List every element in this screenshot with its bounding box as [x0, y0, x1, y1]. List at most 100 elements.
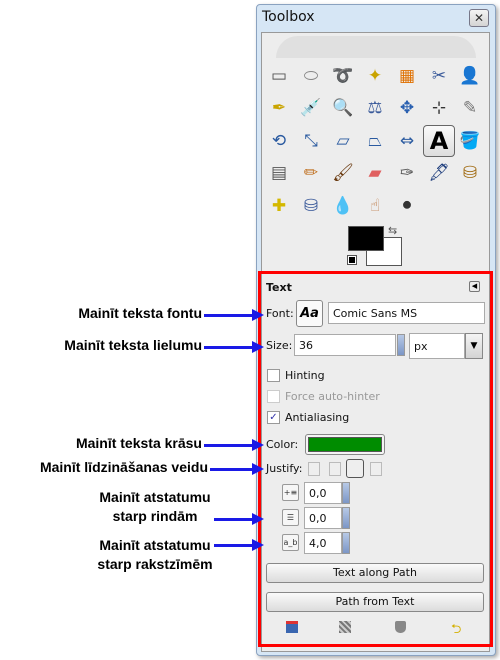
tool-scale[interactable]: ⤡: [298, 128, 324, 154]
force-autohinter-label: Force auto-hinter: [285, 390, 380, 403]
restore-icon[interactable]: [339, 621, 351, 633]
airbrush-icon: ✑: [399, 163, 415, 183]
dodge-burn-icon: ⚫: [399, 196, 415, 216]
arrow-icon: [210, 463, 264, 475]
tool-blur[interactable]: 💧: [330, 193, 356, 219]
save-icon[interactable]: [286, 621, 298, 633]
tool-select-by-color[interactable]: ▦: [394, 63, 420, 89]
close-button[interactable]: ✕: [469, 9, 489, 27]
blur-icon: 💧: [332, 196, 354, 216]
tool-fuzzy-select[interactable]: ✦: [362, 63, 388, 89]
tool-shear[interactable]: ▱: [330, 128, 356, 154]
annotation-label: starp rindām: [112, 508, 198, 524]
tool-ink[interactable]: 🖋: [426, 160, 452, 186]
wilber-drop-area: [276, 36, 476, 58]
tool-flip[interactable]: ⇔: [394, 128, 420, 154]
bucket-fill-icon: 🪣: [459, 131, 481, 151]
perspective-clone-icon: ⛁: [303, 196, 319, 216]
hinting-checkbox[interactable]: [267, 369, 280, 382]
align-icon: ⊹: [431, 98, 447, 118]
measure-icon: ⚖: [367, 98, 383, 118]
unit-dropdown-button[interactable]: ▼: [465, 333, 483, 359]
window-title: Toolbox: [262, 9, 315, 25]
indent-spinner[interactable]: [342, 482, 350, 504]
perspective-icon: ⏢: [368, 131, 382, 151]
size-label: Size:: [266, 339, 293, 352]
tool-perspective[interactable]: ⏢: [362, 128, 388, 154]
letter-spacing-spinner[interactable]: [342, 532, 350, 554]
tool-clone[interactable]: ⛁: [457, 160, 483, 186]
highlight-box: [258, 271, 493, 647]
tool-move[interactable]: ✥: [394, 95, 420, 121]
tool-align[interactable]: ⊹: [426, 95, 452, 121]
tool-scissors[interactable]: ✂: [426, 63, 452, 89]
tool-crop[interactable]: ✎: [457, 95, 483, 121]
eraser-icon: ▰: [368, 163, 382, 183]
tool-pencil[interactable]: ✏: [298, 160, 324, 186]
path-from-text-button[interactable]: Path from Text: [266, 592, 484, 612]
tool-ellipse-select[interactable]: ⬭: [298, 63, 324, 89]
tool-perspective-clone[interactable]: ⛁: [298, 193, 324, 219]
justify-center-button[interactable]: [346, 459, 364, 478]
tool-dodge-burn[interactable]: ⚫: [394, 193, 420, 219]
tool-text[interactable]: A: [423, 125, 455, 157]
tool-bucket-fill[interactable]: 🪣: [457, 128, 483, 154]
scissors-icon: ✂: [431, 66, 447, 86]
tool-free-select[interactable]: ➰: [330, 63, 356, 89]
scale-icon: ⤡: [304, 131, 318, 151]
size-spinner[interactable]: [397, 334, 405, 356]
line-spacing-icon: ☰: [282, 509, 299, 526]
justify-fill-button[interactable]: [370, 462, 382, 476]
size-input[interactable]: 36: [294, 334, 396, 356]
letter-spacing-icon: a_b: [282, 534, 299, 551]
font-label: Font:: [266, 307, 294, 320]
indent-input[interactable]: 0,0: [304, 482, 342, 504]
line-spacing-input[interactable]: 0,0: [304, 507, 342, 529]
justify-right-button[interactable]: [329, 462, 341, 476]
text-color-button[interactable]: [305, 434, 385, 455]
tool-eraser[interactable]: ▰: [362, 160, 388, 186]
arrow-icon: [204, 309, 264, 321]
hinting-label: Hinting: [285, 369, 325, 382]
tool-rotate[interactable]: ⟲: [266, 128, 292, 154]
configure-tab-button[interactable]: ◀: [469, 281, 480, 292]
annotation-label: Mainīt teksta krāsu: [75, 435, 202, 451]
font-input[interactable]: Comic Sans MS: [328, 302, 485, 324]
tool-color-picker[interactable]: 💉: [298, 95, 324, 121]
tool-paths[interactable]: ✒: [266, 95, 292, 121]
tool-paintbrush[interactable]: 🖌: [330, 160, 356, 186]
options-title: Text: [266, 281, 292, 294]
free-select-icon: ➰: [332, 66, 354, 86]
tool-rect-select[interactable]: ▭: [266, 63, 292, 89]
swap-colors-icon[interactable]: ⇆: [388, 224, 397, 237]
font-preview-button[interactable]: Aa: [296, 300, 323, 327]
tool-airbrush[interactable]: ✑: [394, 160, 420, 186]
paintbrush-icon: 🖌: [332, 163, 354, 183]
text-along-path-button[interactable]: Text along Path: [266, 563, 484, 583]
force-autohinter-checkbox[interactable]: [267, 390, 280, 403]
line-spacing-spinner[interactable]: [342, 507, 350, 529]
fuzzy-select-icon: ✦: [367, 66, 383, 86]
flip-icon: ⇔: [399, 131, 415, 151]
tool-zoom[interactable]: 🔍: [330, 95, 356, 121]
antialiasing-checkbox[interactable]: ✓: [267, 411, 280, 424]
ink-icon: 🖋: [428, 163, 450, 183]
tool-blend[interactable]: ▤: [266, 160, 292, 186]
delete-icon[interactable]: [395, 621, 406, 633]
tool-measure[interactable]: ⚖: [362, 95, 388, 121]
rotate-icon: ⟲: [271, 131, 287, 151]
default-colors-icon[interactable]: [347, 255, 357, 265]
smudge-icon: ☝: [369, 196, 381, 216]
reset-icon[interactable]: ⮌: [451, 620, 461, 642]
color-picker-icon: 💉: [300, 98, 322, 118]
indent-icon: +≡: [282, 484, 299, 501]
letter-spacing-input[interactable]: 4,0: [304, 532, 342, 554]
rect-select-icon: ▭: [270, 66, 288, 86]
tool-foreground-select[interactable]: 👤: [457, 63, 483, 89]
tool-smudge[interactable]: ☝: [362, 193, 388, 219]
foreground-color-swatch[interactable]: [348, 226, 384, 251]
unit-select[interactable]: px: [409, 333, 465, 359]
justify-left-button[interactable]: [308, 462, 320, 476]
tool-heal[interactable]: ✚: [266, 193, 292, 219]
move-icon: ✥: [399, 98, 415, 118]
